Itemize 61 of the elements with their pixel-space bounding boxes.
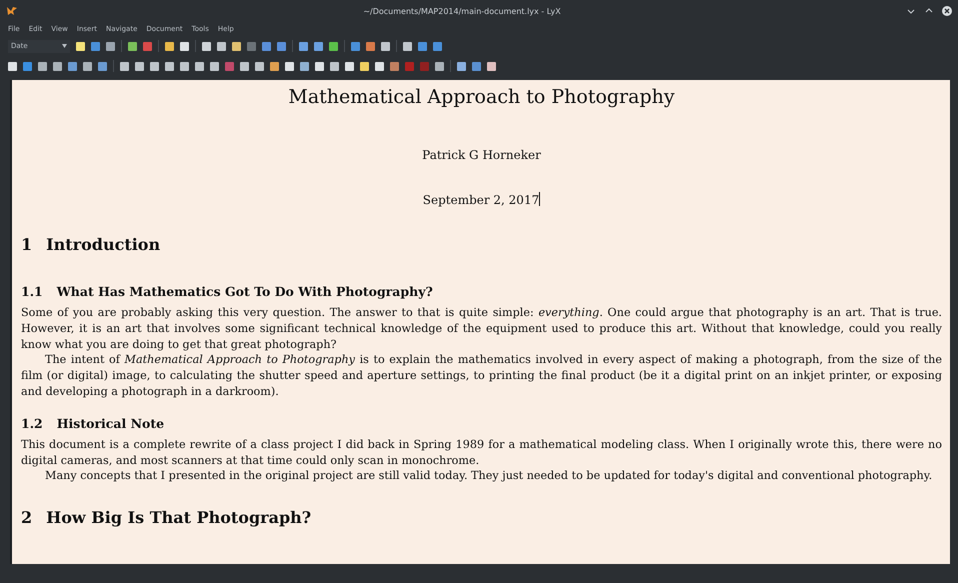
close-icon[interactable] xyxy=(942,6,952,16)
square-icon[interactable] xyxy=(180,42,189,50)
section-heading: How Big Is That Photograph? xyxy=(46,508,312,528)
square-icon[interactable] xyxy=(106,42,115,50)
square-icon[interactable] xyxy=(217,42,226,50)
dropdown-arrow-icon xyxy=(62,44,67,48)
square-icon[interactable] xyxy=(403,42,412,50)
logo-icon xyxy=(6,6,18,16)
square-icon[interactable] xyxy=(345,62,354,70)
square-icon[interactable] xyxy=(360,62,369,70)
square-icon[interactable] xyxy=(76,42,85,50)
square-icon[interactable] xyxy=(314,42,323,50)
square-icon[interactable] xyxy=(135,62,144,70)
square-icon[interactable] xyxy=(487,62,496,70)
square-icon[interactable] xyxy=(299,42,308,50)
document-title: Mathematical Approach to Photography xyxy=(287,86,676,108)
square-icon[interactable] xyxy=(270,62,279,70)
square-icon[interactable] xyxy=(83,62,92,70)
paragraph: This document is a complete rewrite of a class project I did back in Spring 1989 for a mathematical modeling class. When I originally wrote this, there were no digital cameras, and most scanners at that time could only scan in monochrome. xyxy=(21,436,942,468)
square-icon[interactable] xyxy=(375,62,384,70)
square-icon[interactable] xyxy=(8,62,17,70)
square-icon[interactable] xyxy=(329,42,338,50)
window-title: ~/Documents/MAP2014/main-document.lyx - LyX xyxy=(362,6,562,16)
square-icon[interactable] xyxy=(165,42,174,50)
square-icon[interactable] xyxy=(366,42,375,50)
square-icon[interactable] xyxy=(98,62,107,70)
paragraph: The intent of Mathematical Approach to Photography is to explain the mathematics involved in every aspect of making a photograph, from the size of the film (or digital) image, to calculating the shutter speed and aperture settings, to printing the final product (be it a digital print on an inkjet printer, or exposing and developing a photograph in a darkroom). xyxy=(21,352,942,400)
square-icon[interactable] xyxy=(330,62,339,70)
paragraph: Some of you are probably asking this very question. The answer to that is quite simple: everything. One could argue that photography is an art. That is true. However, it is an art that involves some significant technical knowledge of the equipment used to produce this art. Without that knowledge, could you really know what you are doing to get that great photograph? xyxy=(21,305,942,352)
subsection-heading: What Has Mathematics Got To Do With Photography? xyxy=(56,284,433,299)
square-icon[interactable] xyxy=(53,62,62,70)
section-number: 1 xyxy=(21,235,32,254)
square-icon[interactable] xyxy=(232,42,241,50)
document-author: Patrick G Horneker xyxy=(421,148,542,162)
square-icon[interactable] xyxy=(255,62,264,70)
paragraph: Many concepts that I presented in the original project are still valid today. They just needed to be updated for today's digital and conventional photography. xyxy=(44,468,934,484)
square-icon[interactable] xyxy=(240,62,249,70)
subsection-number: 1.1 xyxy=(21,284,43,299)
square-icon[interactable] xyxy=(128,42,137,50)
square-icon[interactable] xyxy=(210,62,219,70)
square-icon[interactable] xyxy=(120,62,129,70)
square-icon[interactable] xyxy=(68,62,77,70)
square-icon[interactable] xyxy=(180,62,189,70)
square-icon[interactable] xyxy=(457,62,466,70)
square-icon[interactable] xyxy=(202,42,211,50)
subsection-number: 1.2 xyxy=(21,416,43,431)
text-cursor xyxy=(539,192,540,206)
square-icon[interactable] xyxy=(285,62,294,70)
section-heading: Introduction xyxy=(46,235,160,254)
square-icon[interactable] xyxy=(390,62,399,70)
square-icon[interactable] xyxy=(435,62,444,70)
square-icon[interactable] xyxy=(38,62,47,70)
square-icon[interactable] xyxy=(150,62,159,70)
square-icon[interactable] xyxy=(381,42,390,50)
subsection-heading: Historical Note xyxy=(56,416,164,431)
section-number: 2 xyxy=(21,508,32,528)
square-icon[interactable] xyxy=(315,62,324,70)
document-date: September 2, 2017 xyxy=(422,193,540,207)
square-icon[interactable] xyxy=(165,62,174,70)
square-icon[interactable] xyxy=(300,62,309,70)
square-icon[interactable] xyxy=(195,62,204,70)
